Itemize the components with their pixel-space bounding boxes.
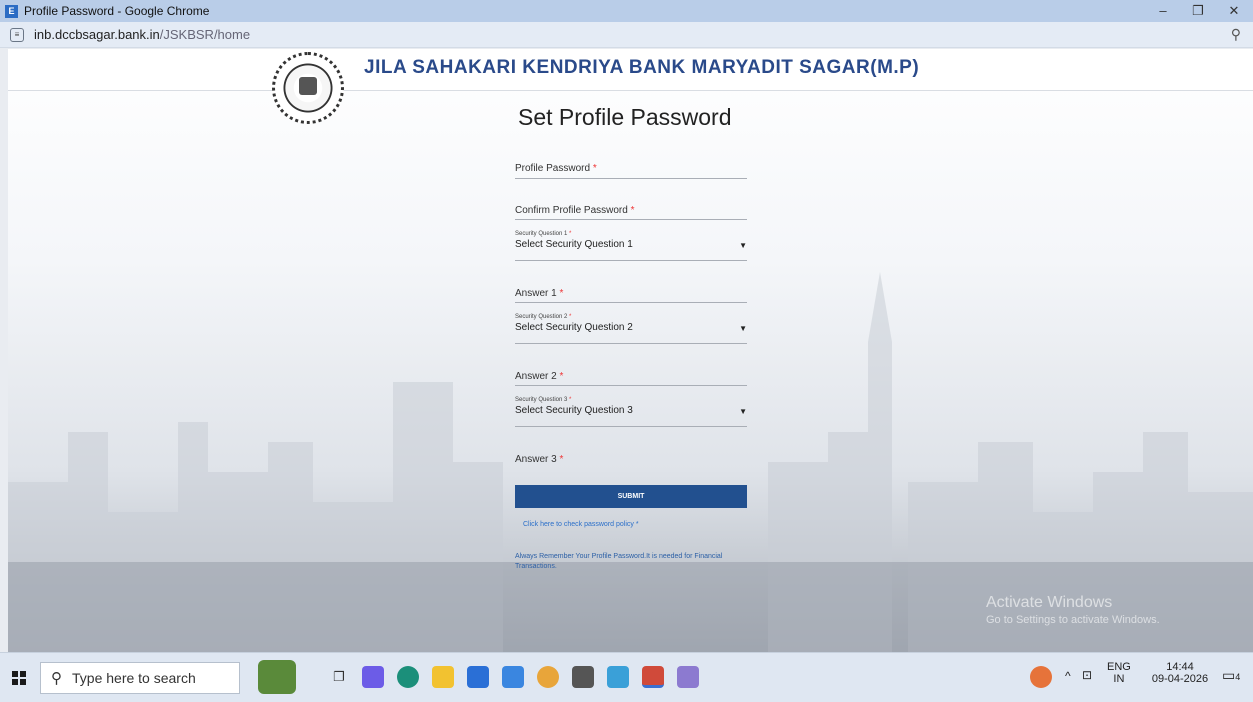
address-bar[interactable]: ≡ inb.dccbsagar.bank.in/JSKBSR/home ⚲ [0, 22, 1253, 48]
language-indicator[interactable]: ENG IN [1107, 661, 1131, 685]
chevron-down-icon: ▼ [739, 324, 747, 333]
submit-button[interactable]: SUBMIT [515, 485, 747, 508]
page-content: JILA SAHAKARI KENDRIYA BANK MARYADIT SAG… [8, 49, 1253, 652]
news-weather-icon[interactable] [258, 660, 296, 694]
chevron-up-icon[interactable]: ^ [1065, 669, 1071, 683]
search-icon: ⚲ [51, 670, 62, 687]
bank-logo [272, 52, 344, 124]
chrome-active-icon[interactable] [642, 666, 664, 688]
answer-2-field[interactable]: Answer 2 * [515, 366, 747, 386]
security-question-2-select[interactable]: Security Question 2 * Select Security Qu… [515, 314, 747, 344]
task-view-icon[interactable]: ❐ [328, 666, 350, 688]
chevron-down-icon: ▼ [739, 241, 747, 250]
chrome-icon[interactable] [537, 666, 559, 688]
password-note: Always Remember Your Profile Password.It… [515, 553, 723, 570]
network-icon[interactable]: ⊡ [1082, 668, 1092, 682]
security-question-3-select[interactable]: Security Question 3 * Select Security Qu… [515, 397, 747, 427]
app-icon-blue[interactable] [502, 666, 524, 688]
confirm-password-field[interactable]: Confirm Profile Password * [515, 200, 747, 220]
chrome-app-icon: E [5, 4, 18, 18]
activate-windows-watermark: Activate Windows Go to Settings to activ… [986, 594, 1160, 626]
notification-app-icon[interactable] [1030, 666, 1052, 688]
answer-3-field[interactable]: Answer 3 * [515, 449, 747, 471]
windows-start-icon[interactable] [12, 671, 26, 685]
zoom-icon[interactable]: ⚲ [1231, 26, 1241, 43]
edge-browser-icon[interactable] [397, 666, 419, 688]
app-icon-light[interactable] [607, 666, 629, 688]
window-title: Profile Password - Google Chrome [24, 4, 210, 18]
file-explorer-icon[interactable] [432, 666, 454, 688]
maximize-button[interactable]: ❐ [1180, 0, 1216, 22]
copilot-icon[interactable] [362, 666, 384, 688]
security-question-1-select[interactable]: Security Question 1 * Select Security Qu… [515, 231, 747, 261]
chevron-down-icon: ▼ [739, 407, 747, 416]
site-info-icon[interactable]: ≡ [10, 27, 24, 42]
taskbar-search-box[interactable]: ⚲ Type here to search [40, 662, 240, 694]
bank-name: JILA SAHAKARI KENDRIYA BANK MARYADIT SAG… [364, 57, 920, 78]
paint-icon[interactable] [677, 666, 699, 688]
app-icon-dark[interactable] [572, 666, 594, 688]
answer-1-field[interactable]: Answer 1 * [515, 283, 747, 303]
clock[interactable]: 14:44 09-04-2026 [1150, 661, 1210, 685]
window-titlebar: E Profile Password - Google Chrome – ❐ ✕ [0, 0, 1253, 22]
close-button[interactable]: ✕ [1216, 0, 1252, 22]
profile-password-field[interactable]: Profile Password * [515, 159, 747, 179]
store-icon[interactable] [467, 666, 489, 688]
url-text[interactable]: inb.dccbsagar.bank.in/JSKBSR/home [34, 27, 250, 42]
page-title: Set Profile Password [518, 104, 732, 130]
minimize-button[interactable]: – [1145, 0, 1181, 22]
password-policy-link[interactable]: Click here to check password policy * [523, 521, 639, 528]
windows-taskbar: ⚲ Type here to search ❐ ^ ⊡ ENG IN 14:44… [0, 652, 1253, 702]
notification-center-icon[interactable]: ▭4 [1222, 667, 1240, 684]
